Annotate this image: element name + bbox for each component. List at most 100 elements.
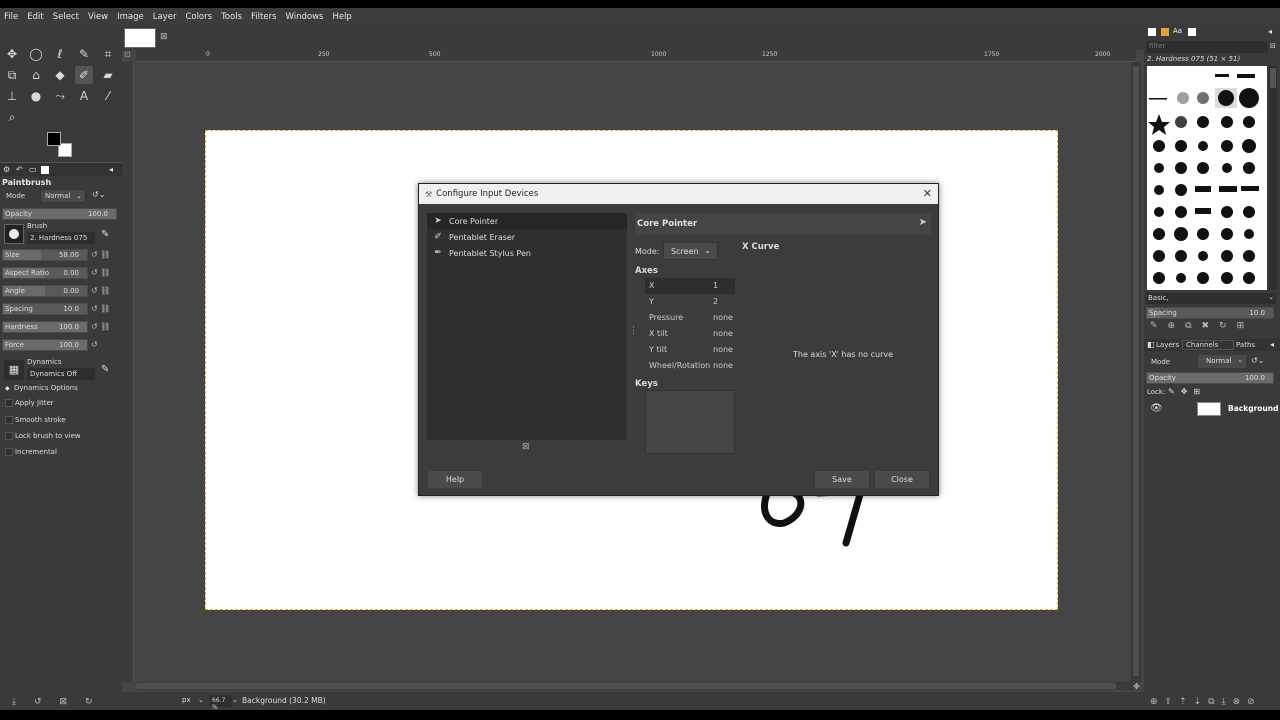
menu-select[interactable]: Select — [53, 12, 79, 22]
hardness-slider[interactable]: Hardness 100.0 — [2, 321, 88, 333]
ellipse-select-icon[interactable]: ◯ — [27, 45, 45, 63]
images-tab-icon[interactable] — [41, 166, 49, 174]
color-picker-icon[interactable]: ⁄ — [99, 87, 117, 105]
brush-preview[interactable] — [4, 224, 24, 244]
menu-edit[interactable]: Edit — [27, 12, 43, 22]
brush-grid-scrollbar[interactable] — [1269, 66, 1277, 290]
angle-reset-icon[interactable]: ↺ ⛓ — [91, 286, 110, 295]
layers-menu-icon[interactable]: ◂ — [1270, 340, 1274, 349]
axis-row-x-tilt[interactable]: X tilt none — [645, 326, 735, 342]
reset-icon[interactable]: ↺⌄ — [92, 190, 105, 199]
menu-filters[interactable]: Filters — [251, 12, 276, 22]
layer-mode-reset-icon[interactable]: ↺⌄ — [1251, 356, 1264, 365]
close-button[interactable]: Close — [874, 470, 930, 489]
eraser-icon[interactable]: ▰ — [99, 66, 117, 84]
clone-icon[interactable]: ⊥ — [3, 87, 21, 105]
fuzzy-select-icon[interactable]: ✎ — [75, 45, 93, 63]
menu-layer[interactable]: Layer — [153, 12, 177, 22]
axis-row-y-tilt[interactable]: Y tilt none — [645, 342, 735, 358]
axis-row-wheel[interactable]: Wheel/Rotation none — [645, 358, 735, 374]
panel-menu-icon[interactable]: ◂ — [109, 165, 113, 174]
vertical-scrollbar[interactable] — [1131, 62, 1141, 682]
menu-help[interactable]: Help — [332, 12, 351, 22]
fonts-tab-icon[interactable]: Aa — [1173, 27, 1182, 35]
brush-edit-icon[interactable]: ✎ — [101, 229, 109, 240]
layer-actions-icons[interactable]: ⊕⇪⇡⇣⧉⤓⊗⊘ — [1150, 697, 1262, 707]
size-reset-icon[interactable]: ↺ ⛓ — [91, 250, 110, 259]
document-history-tab-icon[interactable] — [1188, 28, 1196, 36]
zoom-icon[interactable]: ⌕ — [3, 108, 21, 126]
transform-icon[interactable]: ⧉ — [3, 66, 21, 84]
dialog-close-icon[interactable]: ✕ — [923, 187, 932, 200]
bucket-fill-icon[interactable]: ◆ — [51, 66, 69, 84]
layer-row[interactable]: 👁 Background — [1146, 400, 1278, 418]
brush-spacing-slider[interactable]: Spacing 10.0 — [1146, 307, 1274, 319]
hardness-reset-icon[interactable]: ↺ ⛓ — [91, 322, 110, 331]
filter-arrow-icon[interactable]: ⊟ — [1270, 42, 1276, 50]
unit-select[interactable]: px — [182, 696, 191, 704]
menu-windows[interactable]: Windows — [286, 12, 324, 22]
brush-filter-input[interactable]: filter — [1146, 41, 1268, 53]
text-icon[interactable]: A — [75, 87, 93, 105]
device-pentablet-stylus[interactable]: ✒ Pentablet Stylus Pen — [427, 245, 627, 261]
dynamics-edit-icon[interactable]: ✎ — [101, 364, 109, 375]
dynamics-preview-icon[interactable]: ▦ — [4, 360, 24, 380]
keys-list[interactable] — [645, 390, 735, 454]
tab-layers[interactable]: Layers — [1156, 341, 1179, 349]
help-button[interactable]: Help — [427, 470, 483, 489]
axis-row-y[interactable]: Y2 — [645, 294, 735, 310]
ruler-corner-icon[interactable]: ⊡ — [124, 50, 134, 62]
menu-tools[interactable]: Tools — [221, 12, 242, 22]
device-mode-select[interactable]: Screen ⌄ — [663, 242, 718, 260]
spacing-reset-icon[interactable]: ↺ ⛓ — [91, 304, 110, 313]
menu-colors[interactable]: Colors — [185, 12, 212, 22]
brushes-tab-icon[interactable] — [1148, 28, 1156, 36]
eye-icon[interactable]: 👁 — [1150, 403, 1163, 414]
device-status-tab-icon[interactable]: ▭ — [29, 165, 37, 174]
tab-channels[interactable]: Channels — [1182, 340, 1234, 350]
lock-brush-checkbox[interactable] — [5, 432, 13, 440]
brush-actions-icons[interactable]: ✎⊕⧉✖↻⊞ — [1150, 321, 1254, 331]
angle-slider[interactable]: Angle 0.00 — [2, 285, 88, 297]
patterns-tab-icon[interactable] — [1161, 28, 1169, 36]
delete-device-icon[interactable]: ⊠ — [522, 442, 530, 452]
close-tab-icon[interactable]: ⊠ — [160, 32, 168, 42]
pane-handle-icon[interactable]: ⋮ — [629, 326, 638, 336]
expander-icon[interactable]: ◆ — [5, 385, 10, 392]
smudge-icon[interactable]: ● — [27, 87, 45, 105]
force-reset-icon[interactable]: ↺ — [91, 340, 98, 349]
force-slider[interactable]: Force 100.0 — [2, 339, 88, 351]
axis-row-pressure[interactable]: Pressure none — [645, 310, 735, 326]
size-slider[interactable]: Size 58.00 — [2, 249, 88, 261]
paths-icon[interactable]: ⤳ — [51, 87, 69, 105]
brush-grid[interactable] — [1147, 66, 1267, 290]
aspect-reset-icon[interactable]: ↺ ⛓ — [91, 268, 110, 277]
apply-jitter-checkbox[interactable] — [5, 399, 13, 407]
zoom-field[interactable]: 66.7 % — [210, 695, 232, 711]
save-button[interactable]: Save — [814, 470, 870, 489]
incremental-checkbox[interactable] — [5, 448, 13, 456]
warp-icon[interactable]: ⌂ — [27, 66, 45, 84]
foreground-color-swatch[interactable] — [47, 132, 61, 146]
tab-paths[interactable]: Paths — [1236, 341, 1255, 349]
horizontal-scrollbar[interactable] — [136, 682, 1136, 690]
aspect-ratio-slider[interactable]: Aspect Ratio 0.00 — [2, 267, 88, 279]
crop-icon[interactable]: ⌗ — [99, 45, 117, 63]
lasso-icon[interactable]: ℓ — [51, 45, 69, 63]
mode-select[interactable]: Normal ⌄ — [40, 189, 86, 203]
dock-menu-icon[interactable]: ◂ — [1268, 27, 1272, 36]
dynamics-field[interactable]: Dynamics Off — [27, 368, 95, 380]
layers-tab-icon[interactable]: ◧ — [1147, 340, 1155, 349]
toolbox-bottom-icons[interactable]: ⤓↺⊠↻ — [12, 697, 111, 707]
image-tab-thumbnail[interactable] — [124, 28, 156, 48]
menu-view[interactable]: View — [88, 12, 108, 22]
paintbrush-icon[interactable]: ✐ — [75, 66, 93, 84]
move-icon[interactable]: ✥ — [3, 45, 21, 63]
menu-image[interactable]: Image — [117, 12, 144, 22]
brush-name-field[interactable]: 2. Hardness 075 — [27, 232, 95, 244]
opacity-slider[interactable]: Opacity 100.0 — [2, 208, 117, 220]
brush-tag-field[interactable]: Basic, ⌄ — [1146, 293, 1276, 304]
undo-history-tab-icon[interactable]: ↶ — [16, 165, 23, 174]
spacing-slider[interactable]: Spacing 10.0 — [2, 303, 88, 315]
device-pentablet-eraser[interactable]: ✐ Pentablet Eraser — [427, 229, 627, 245]
